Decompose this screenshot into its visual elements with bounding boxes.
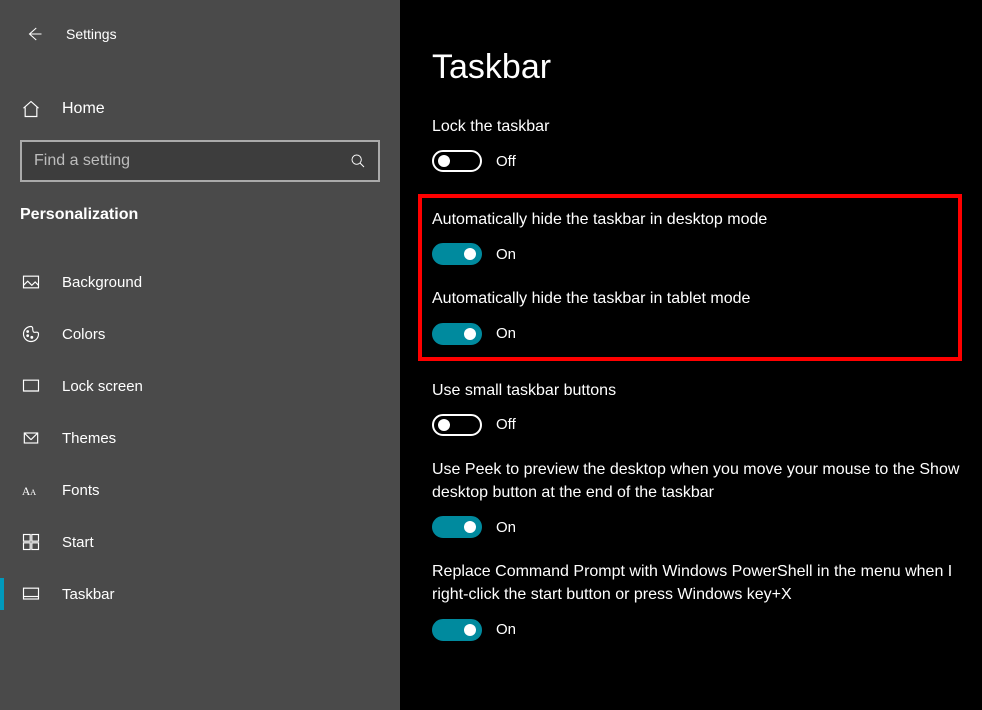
sidebar-item-taskbar[interactable]: Taskbar xyxy=(0,568,400,620)
search-input[interactable] xyxy=(34,152,350,170)
setting-auto-hide-tablet: Automatically hide the taskbar in tablet… xyxy=(432,287,952,344)
content-area: Taskbar Lock the taskbar Off Automatical… xyxy=(400,0,982,710)
toggle-state-label: On xyxy=(496,246,516,263)
home-button[interactable]: Home xyxy=(0,88,400,130)
search-icon xyxy=(350,153,366,169)
sidebar-item-label: Background xyxy=(62,274,142,291)
setting-label: Lock the taskbar xyxy=(432,115,962,138)
setting-auto-hide-desktop: Automatically hide the taskbar in deskto… xyxy=(432,208,952,265)
palette-icon xyxy=(20,323,42,345)
back-button[interactable] xyxy=(16,16,52,52)
sidebar-item-fonts[interactable]: AA Fonts xyxy=(0,464,400,516)
setting-peek: Use Peek to preview the desktop when you… xyxy=(432,458,962,538)
search-box[interactable] xyxy=(20,140,380,182)
nav-list: Background Colors Lock screen Themes AA … xyxy=(0,256,400,620)
highlight-annotation: Automatically hide the taskbar in deskto… xyxy=(418,194,962,360)
titlebar: Settings xyxy=(0,8,400,68)
home-icon xyxy=(20,98,42,120)
sidebar-item-themes[interactable]: Themes xyxy=(0,412,400,464)
toggle-state-label: Off xyxy=(496,416,516,433)
sidebar-item-label: Start xyxy=(62,534,94,551)
toggle-state-label: On xyxy=(496,621,516,638)
lockscreen-icon xyxy=(20,375,42,397)
toggle-peek[interactable] xyxy=(432,516,482,538)
setting-label: Use Peek to preview the desktop when you… xyxy=(432,458,962,504)
sidebar-item-colors[interactable]: Colors xyxy=(0,308,400,360)
sidebar-item-background[interactable]: Background xyxy=(0,256,400,308)
sidebar-item-label: Lock screen xyxy=(62,378,143,395)
sidebar: Settings Home Personalization Background… xyxy=(0,0,400,710)
toggle-state-label: Off xyxy=(496,153,516,170)
setting-small-buttons: Use small taskbar buttons Off xyxy=(432,379,962,436)
setting-lock-taskbar: Lock the taskbar Off xyxy=(432,115,962,172)
toggle-powershell[interactable] xyxy=(432,619,482,641)
arrow-left-icon xyxy=(25,25,43,43)
sidebar-item-label: Themes xyxy=(62,430,116,447)
sidebar-item-label: Fonts xyxy=(62,482,100,499)
sidebar-item-label: Taskbar xyxy=(62,586,115,603)
toggle-small-buttons[interactable] xyxy=(432,414,482,436)
setting-label: Use small taskbar buttons xyxy=(432,379,962,402)
setting-label: Automatically hide the taskbar in tablet… xyxy=(432,287,952,310)
fonts-icon: AA xyxy=(20,479,42,501)
setting-powershell: Replace Command Prompt with Windows Powe… xyxy=(432,560,962,640)
page-title: Taskbar xyxy=(432,48,962,87)
home-label: Home xyxy=(62,100,105,118)
themes-icon xyxy=(20,427,42,449)
picture-icon xyxy=(20,271,42,293)
toggle-auto-hide-tablet[interactable] xyxy=(432,323,482,345)
taskbar-icon xyxy=(20,583,42,605)
sidebar-item-start[interactable]: Start xyxy=(0,516,400,568)
app-title: Settings xyxy=(66,26,117,42)
setting-label: Automatically hide the taskbar in deskto… xyxy=(432,208,952,231)
toggle-state-label: On xyxy=(496,325,516,342)
setting-label: Replace Command Prompt with Windows Powe… xyxy=(432,560,962,606)
svg-text:A: A xyxy=(30,488,36,497)
toggle-auto-hide-desktop[interactable] xyxy=(432,243,482,265)
sidebar-item-label: Colors xyxy=(62,326,105,343)
section-label: Personalization xyxy=(0,196,400,238)
start-icon xyxy=(20,531,42,553)
toggle-state-label: On xyxy=(496,519,516,536)
sidebar-item-lock-screen[interactable]: Lock screen xyxy=(0,360,400,412)
toggle-lock-taskbar[interactable] xyxy=(432,150,482,172)
